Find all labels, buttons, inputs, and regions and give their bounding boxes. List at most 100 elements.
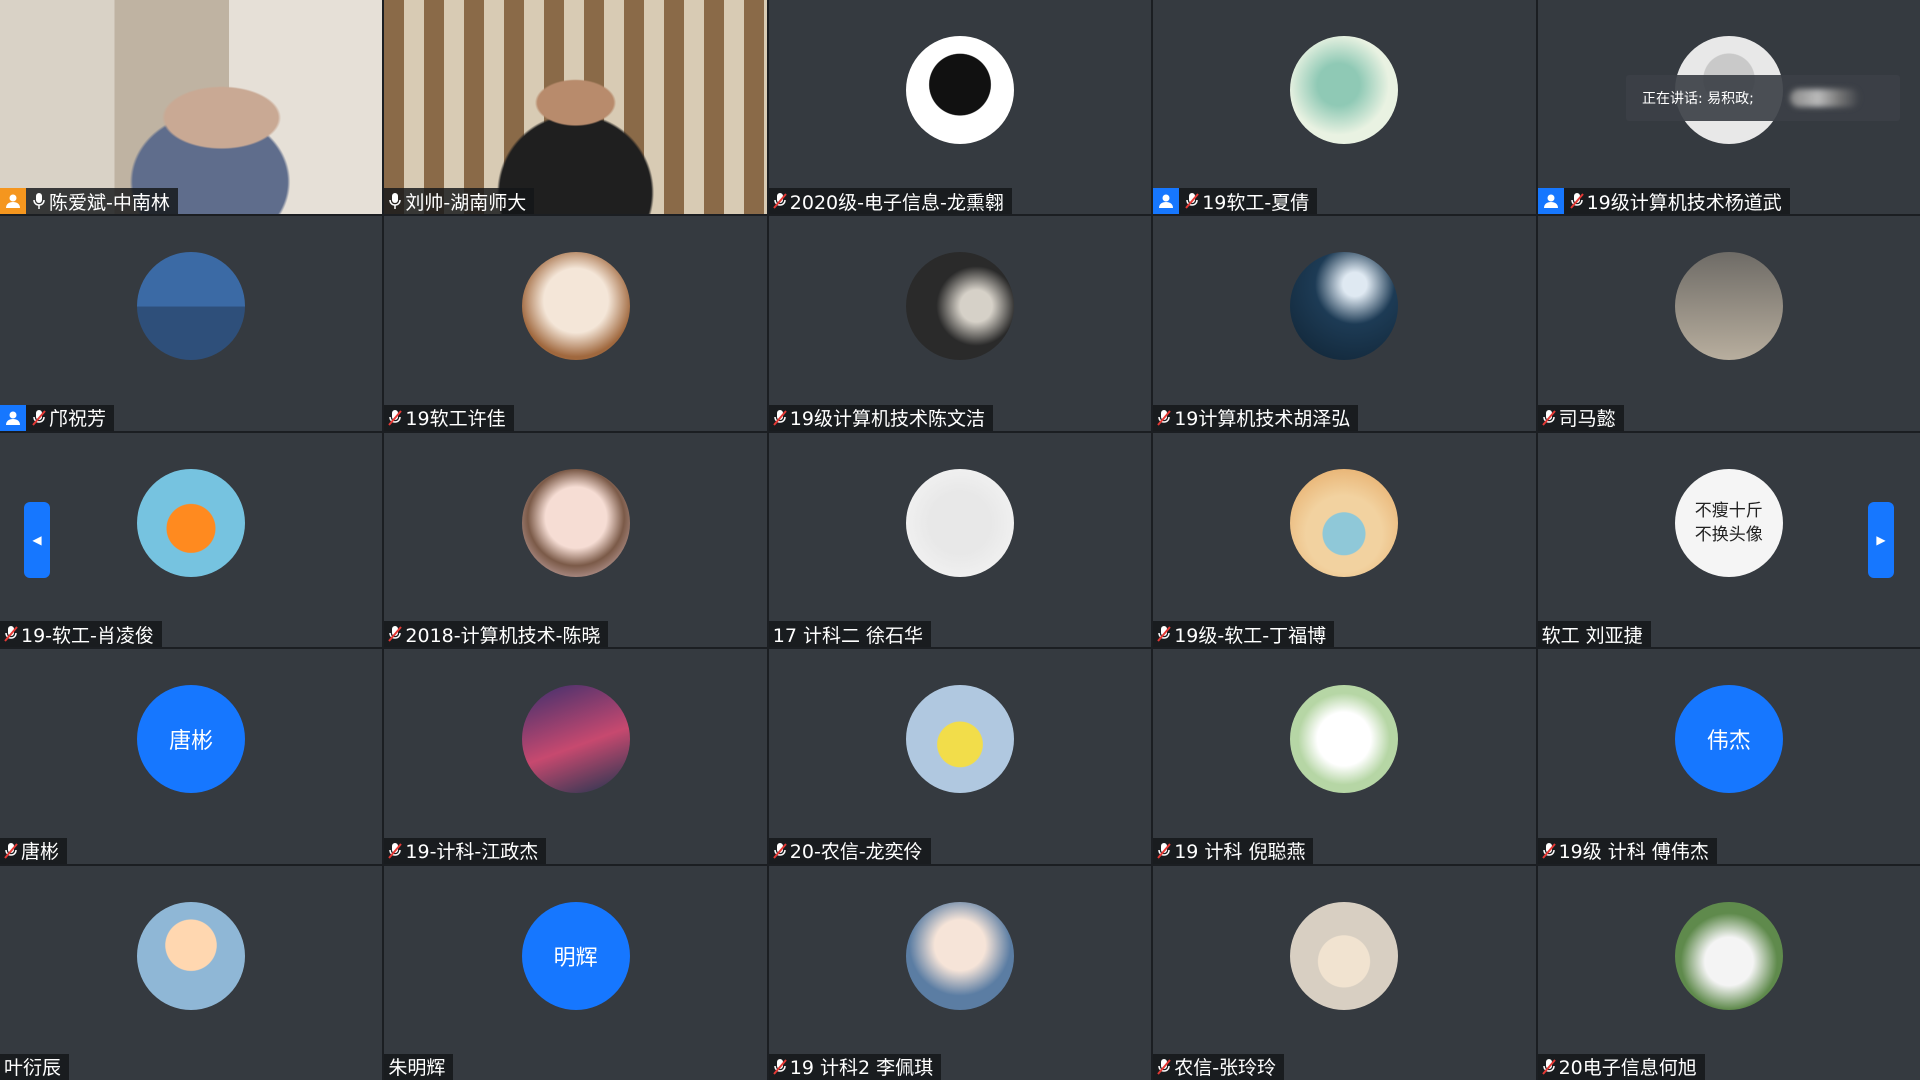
participant-avatar bbox=[1290, 901, 1399, 1010]
participant-tile[interactable]: 20-农信-龙奕伶 bbox=[768, 649, 1152, 864]
participant-tile[interactable]: 19计算机技术胡泽弘 bbox=[1153, 216, 1536, 431]
participant-nameplate: 司马懿 bbox=[1537, 404, 1624, 431]
participant-tile[interactable]: 邝祝芳 bbox=[0, 216, 383, 431]
microphone-muted-icon bbox=[1569, 190, 1585, 212]
microphone-muted-icon bbox=[772, 1056, 788, 1078]
participant-nameplate: 19-软工-肖凌俊 bbox=[0, 621, 162, 648]
active-speaker-banner: 正在讲话: 易积政; bbox=[1626, 75, 1900, 121]
participant-nameplate: 19软工许佳 bbox=[384, 404, 514, 431]
participant-tile[interactable]: 19软工-夏倩 bbox=[1153, 0, 1536, 215]
host-user-icon bbox=[0, 404, 26, 431]
participant-tile[interactable]: 19 计科2 李佩琪 bbox=[768, 865, 1152, 1080]
participant-tile[interactable]: 17 计科二 徐石华 bbox=[768, 432, 1152, 648]
microphone-muted-icon bbox=[31, 407, 47, 429]
participant-name: 20电子信息何旭 bbox=[1558, 1057, 1697, 1080]
participant-nameplate: 农信-张玲玲 bbox=[1153, 1053, 1285, 1080]
microphone-icon bbox=[31, 190, 47, 212]
chevron-left-icon: ◀ bbox=[32, 533, 42, 547]
blurred-content bbox=[1789, 89, 1860, 107]
participant-nameplate: 19级 计科 傅伟杰 bbox=[1537, 837, 1717, 864]
participant-tile[interactable]: 刘帅-湖南师大 bbox=[384, 0, 767, 215]
participant-name: 司马懿 bbox=[1558, 408, 1616, 431]
video-feed bbox=[384, 0, 767, 215]
participant-avatar bbox=[521, 468, 630, 577]
participant-nameplate: 19-计科-江政杰 bbox=[384, 837, 547, 864]
participant-tile[interactable]: 叶衍辰 bbox=[0, 865, 383, 1080]
participant-nameplate: 2018-计算机技术-陈晓 bbox=[384, 621, 609, 648]
participant-avatar bbox=[521, 252, 630, 361]
participant-nameplate: 唐彬 bbox=[0, 837, 68, 864]
microphone-muted-icon bbox=[387, 623, 403, 645]
microphone-muted-icon bbox=[1184, 190, 1200, 212]
participant-avatar: 唐彬 bbox=[137, 685, 246, 794]
participant-tile[interactable]: 19-软工-肖凌俊 bbox=[0, 432, 383, 648]
participant-avatar bbox=[1290, 252, 1399, 361]
participant-name: 19软工-夏倩 bbox=[1202, 191, 1310, 214]
participant-tile[interactable]: 19软工许佳 bbox=[384, 216, 767, 431]
microphone-muted-icon bbox=[3, 840, 19, 862]
participant-name: 刘帅-湖南师大 bbox=[405, 191, 527, 214]
participant-name: 17 计科二 徐石华 bbox=[772, 624, 924, 647]
participant-nameplate: 20-农信-龙奕伶 bbox=[768, 837, 931, 864]
host-user-icon bbox=[1153, 188, 1180, 215]
participant-tile[interactable]: 2018-计算机技术-陈晓 bbox=[384, 432, 767, 648]
participant-name: 陈爱斌-中南林 bbox=[49, 191, 170, 214]
participant-tile[interactable]: 伟杰 19级 计科 傅伟杰 bbox=[1537, 649, 1920, 864]
participant-nameplate: 20电子信息何旭 bbox=[1537, 1053, 1705, 1080]
avatar-initials: 明辉 bbox=[553, 945, 598, 971]
participant-name: 19 计科 倪聪燕 bbox=[1174, 841, 1306, 864]
participant-nameplate: 软工 刘亚捷 bbox=[1537, 621, 1651, 648]
participant-avatar bbox=[137, 468, 246, 577]
active-speaker-label: 正在讲话: 易积政; bbox=[1642, 91, 1754, 107]
avatar-initials: 唐彬 bbox=[169, 729, 214, 755]
participant-tile[interactable]: 20电子信息何旭 bbox=[1537, 865, 1920, 1080]
participant-tile[interactable]: 陈爱斌-中南林 bbox=[0, 0, 383, 215]
participant-name: 20-农信-龙奕伶 bbox=[789, 841, 923, 864]
participant-nameplate: 邝祝芳 bbox=[0, 404, 115, 431]
next-page-button[interactable]: ▶ bbox=[1868, 502, 1894, 578]
participant-nameplate: 朱明辉 bbox=[384, 1053, 454, 1080]
participant-tile[interactable]: 19级-软工-丁福博 bbox=[1153, 432, 1536, 648]
participant-nameplate: 叶衍辰 bbox=[0, 1053, 70, 1080]
participant-name: 邝祝芳 bbox=[49, 408, 107, 431]
microphone-muted-icon bbox=[1156, 623, 1172, 645]
participant-tile[interactable]: 农信-张玲玲 bbox=[1153, 865, 1536, 1080]
chevron-right-icon: ▶ bbox=[1876, 533, 1886, 547]
participant-name: 19级 计科 傅伟杰 bbox=[1558, 841, 1709, 864]
participant-tile[interactable]: 2020级-电子信息-龙熏翱 bbox=[768, 0, 1152, 215]
host-user-icon bbox=[0, 188, 26, 215]
participant-tile[interactable]: 不瘦十斤 不换头像 软工 刘亚捷 bbox=[1537, 432, 1920, 648]
participant-nameplate: 19 计科 倪聪燕 bbox=[1153, 837, 1314, 864]
participant-name: 19-软工-肖凌俊 bbox=[21, 624, 154, 647]
participant-avatar bbox=[137, 252, 246, 361]
participant-avatar bbox=[905, 685, 1014, 794]
microphone-muted-icon bbox=[387, 407, 403, 429]
participant-avatar bbox=[521, 685, 630, 794]
microphone-muted-icon bbox=[1156, 840, 1172, 862]
participant-tile[interactable]: 唐彬 唐彬 bbox=[0, 649, 383, 864]
microphone-muted-icon bbox=[1541, 840, 1557, 862]
microphone-muted-icon bbox=[1156, 1056, 1172, 1078]
microphone-muted-icon bbox=[1156, 407, 1172, 429]
participant-nameplate: 17 计科二 徐石华 bbox=[768, 621, 932, 648]
microphone-muted-icon bbox=[387, 840, 403, 862]
participant-name: 农信-张玲玲 bbox=[1174, 1057, 1277, 1080]
participant-name: 2020级-电子信息-龙熏翱 bbox=[789, 191, 1004, 214]
prev-page-button[interactable]: ◀ bbox=[24, 502, 50, 578]
participant-avatar: 伟杰 bbox=[1674, 685, 1783, 794]
participant-tile[interactable]: 19 计科 倪聪燕 bbox=[1153, 649, 1536, 864]
participant-tile[interactable]: 19级计算机技术陈文洁 bbox=[768, 216, 1152, 431]
participant-name: 2018-计算机技术-陈晓 bbox=[405, 624, 601, 647]
video-feed bbox=[0, 0, 383, 215]
participant-name: 叶衍辰 bbox=[4, 1057, 62, 1080]
microphone-muted-icon bbox=[772, 407, 788, 429]
participant-tile[interactable]: 司马懿 bbox=[1537, 216, 1920, 431]
participant-tile[interactable]: 明辉朱明辉 bbox=[384, 865, 767, 1080]
participant-grid: 陈爱斌-中南林 刘帅-湖南师大 2020级-电子信息-龙熏翱 19软工-夏倩 19级计算… bbox=[0, 0, 1920, 1080]
participant-nameplate: 19计算机技术胡泽弘 bbox=[1153, 404, 1359, 431]
participant-name: 软工 刘亚捷 bbox=[1541, 624, 1643, 647]
participant-nameplate: 19级-软工-丁福博 bbox=[1153, 621, 1335, 648]
participant-tile[interactable]: 19-计科-江政杰 bbox=[384, 649, 767, 864]
microphone-muted-icon bbox=[772, 840, 788, 862]
participant-nameplate: 2020级-电子信息-龙熏翱 bbox=[768, 188, 1012, 215]
